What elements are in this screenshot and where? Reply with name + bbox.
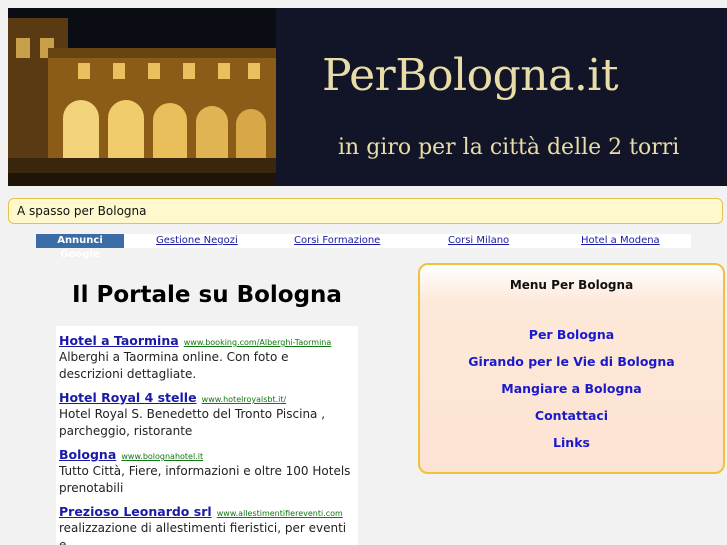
breadcrumb-text: A spasso per Bologna (17, 204, 147, 218)
ad-title-link[interactable]: Prezioso Leonardo srl (59, 504, 212, 519)
ad-description: Alberghi a Taormina online. Con foto e d… (59, 350, 289, 381)
ad-item: Hotel Royal 4 stelle www.hotelroyalsbt.i… (56, 383, 358, 440)
ad-link-gestione-negozi[interactable]: Gestione Negozi (156, 235, 238, 246)
ad-title-link[interactable]: Hotel Royal 4 stelle (59, 390, 197, 405)
page-title: Il Portale su Bologna (72, 282, 342, 308)
ad-description: Hotel Royal S. Benedetto del Tronto Pisc… (59, 407, 326, 438)
menu-item-per-bologna[interactable]: Per Bologna (420, 327, 723, 342)
ad-description: realizzazione di allestimenti fieristici… (59, 521, 347, 545)
menu-item-girando[interactable]: Girando per le Vie di Bologna (420, 354, 723, 369)
arcade-illustration (8, 8, 276, 186)
ad-links-bar: Annunci Google Gestione Negozi Corsi For… (36, 234, 691, 260)
ad-item: Hotel a Taormina www.booking.com/Albergh… (56, 326, 358, 383)
side-menu: Menu Per Bologna Per Bologna Girando per… (418, 263, 725, 474)
ad-link-corsi-formazione[interactable]: Corsi Formazione (294, 235, 380, 246)
ad-item: Bologna www.bolognahotel.it Tutto Città,… (56, 440, 358, 497)
menu-item-contattaci[interactable]: Contattaci (420, 408, 723, 423)
menu-item-links[interactable]: Links (420, 435, 723, 450)
site-subtitle: in giro per la città delle 2 torri (338, 135, 680, 160)
breadcrumb-bar: A spasso per Bologna (8, 198, 723, 224)
sponsored-ads: Hotel a Taormina www.booking.com/Albergh… (56, 326, 358, 545)
ad-url-link[interactable]: www.booking.com/Alberghi-Taormina (184, 338, 332, 347)
ad-title-link[interactable]: Bologna (59, 447, 116, 462)
banner-photo-piazza (8, 8, 276, 186)
ad-url-link[interactable]: www.allestimentifiereventi.com (217, 509, 343, 518)
ad-link-corsi-milano[interactable]: Corsi Milano (448, 235, 509, 246)
ad-title-link[interactable]: Hotel a Taormina (59, 333, 179, 348)
ad-url-link[interactable]: www.bolognahotel.it (121, 452, 203, 461)
menu-title: Menu Per Bologna (509, 278, 634, 292)
ad-url-link[interactable]: www.hotelroyalsbt.it/ (202, 395, 287, 404)
site-title: PerBologna.it (322, 50, 619, 101)
ad-description: Tutto Città, Fiere, informazioni e oltre… (59, 464, 351, 495)
ad-item: Prezioso Leonardo srl www.allestimentifi… (56, 497, 358, 545)
ads-label[interactable]: Annunci Google (36, 234, 124, 260)
menu-item-mangiare[interactable]: Mangiare a Bologna (420, 381, 723, 396)
ad-link-hotel-modena[interactable]: Hotel a Modena (581, 235, 660, 246)
header-banner: PerBologna.it in giro per la città delle… (8, 8, 727, 186)
